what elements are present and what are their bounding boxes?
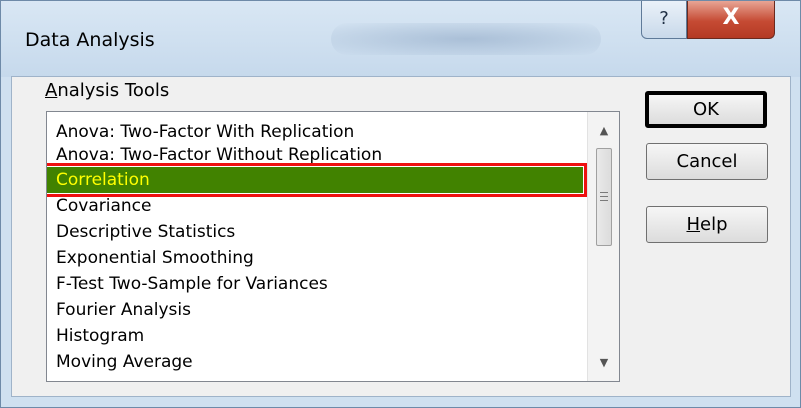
analysis-tools-list[interactable]: Anova: Two-Factor With Replication Anova… bbox=[46, 111, 620, 382]
list-item[interactable]: Anova: Two-Factor Without Replication bbox=[47, 142, 583, 168]
analysis-tools-label-accel: A bbox=[45, 80, 58, 101]
vertical-scrollbar[interactable]: ▲ ▼ bbox=[587, 112, 619, 381]
help-button-accel: H bbox=[686, 214, 701, 235]
thumb-grip-line bbox=[600, 200, 608, 201]
ok-button[interactable]: OK bbox=[645, 91, 767, 128]
scroll-down-arrow-icon[interactable]: ▼ bbox=[588, 348, 619, 378]
thumb-grip-line bbox=[600, 196, 608, 197]
list-item[interactable]: Histogram bbox=[47, 323, 583, 349]
scrollbar-thumb[interactable] bbox=[596, 148, 612, 246]
window-title: Data Analysis bbox=[25, 29, 155, 51]
list-item-selected[interactable]: Correlation bbox=[47, 163, 587, 197]
help-title-button[interactable]: ? bbox=[641, 1, 687, 39]
question-mark-icon: ? bbox=[659, 8, 669, 29]
scroll-up-arrow-icon[interactable]: ▲ bbox=[588, 116, 619, 146]
cancel-button[interactable]: Cancel bbox=[646, 143, 768, 180]
help-button[interactable]: Help bbox=[646, 206, 768, 243]
list-item[interactable]: Moving Average bbox=[47, 349, 583, 375]
list-item[interactable]: F-Test Two-Sample for Variances bbox=[47, 271, 583, 297]
close-icon: X bbox=[722, 5, 740, 30]
list-item[interactable]: Descriptive Statistics bbox=[47, 219, 583, 245]
analysis-tools-label-rest: nalysis Tools bbox=[57, 80, 170, 101]
analysis-tools-label: Analysis Tools bbox=[45, 80, 169, 101]
help-button-rest: elp bbox=[700, 214, 728, 235]
list-item[interactable]: Exponential Smoothing bbox=[47, 245, 583, 271]
dialog-body: Analysis Tools Anova: Two-Factor With Re… bbox=[11, 76, 791, 397]
blurred-background-title bbox=[331, 23, 601, 55]
thumb-grip-line bbox=[600, 192, 608, 193]
list-item[interactable]: Covariance bbox=[47, 193, 583, 219]
close-button[interactable]: X bbox=[687, 1, 775, 39]
list-item[interactable]: Fourier Analysis bbox=[47, 297, 583, 323]
data-analysis-dialog: Data Analysis ? X Analysis Tools Anova: … bbox=[0, 0, 801, 408]
title-bar[interactable]: Data Analysis ? X bbox=[1, 1, 800, 77]
